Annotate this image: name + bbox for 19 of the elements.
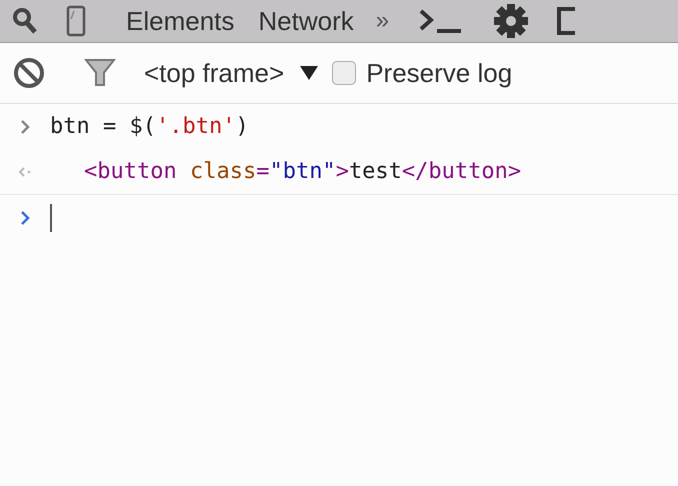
settings-icon[interactable] bbox=[493, 3, 530, 39]
clear-icon[interactable] bbox=[12, 56, 46, 90]
chevron-icon bbox=[20, 118, 30, 134]
console-result: <button class="btn">test</button> bbox=[84, 159, 522, 184]
search-icon[interactable] bbox=[12, 7, 38, 35]
device-icon[interactable] bbox=[66, 5, 86, 37]
checkbox-label: Preserve log bbox=[366, 58, 512, 88]
console-command: btn = $('.btn') bbox=[50, 114, 249, 139]
console-prompt-icon[interactable] bbox=[419, 8, 464, 34]
return-arrow-icon bbox=[18, 166, 32, 178]
caret-icon[interactable] bbox=[300, 65, 318, 81]
prompt-icon bbox=[20, 210, 30, 226]
more-tabs-button[interactable]: » bbox=[366, 7, 400, 35]
checkbox[interactable] bbox=[332, 61, 356, 85]
dock-icon[interactable] bbox=[557, 7, 576, 35]
filter-icon[interactable] bbox=[82, 57, 118, 89]
context-dropdown[interactable]: <top frame> bbox=[144, 58, 318, 88]
panel-tab[interactable]: Network bbox=[246, 0, 366, 42]
panel-tab[interactable]: Elements bbox=[114, 0, 246, 42]
